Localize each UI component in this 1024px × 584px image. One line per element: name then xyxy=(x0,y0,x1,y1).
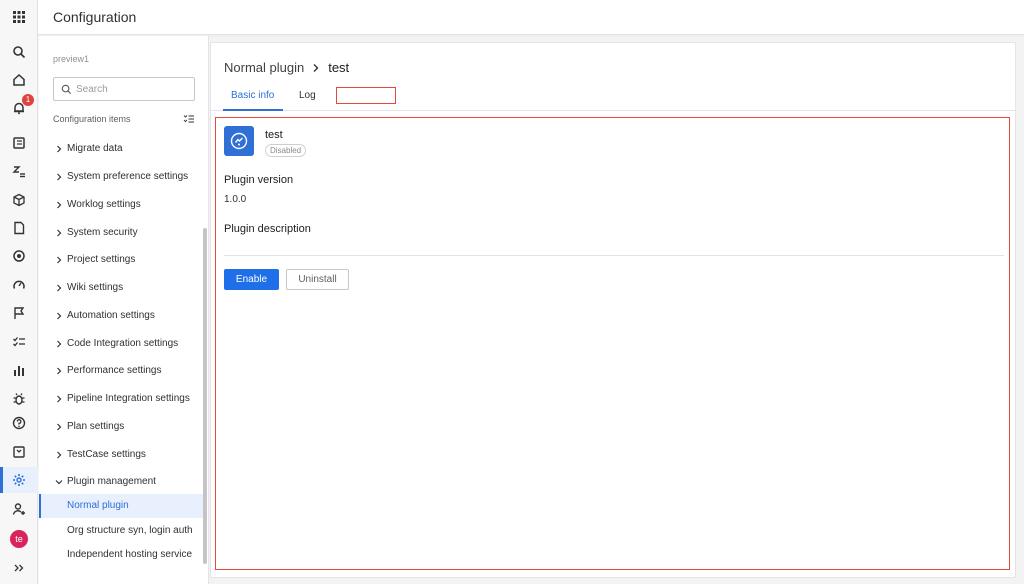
plugin-detail-area: test Disabled Plugin version 1.0.0 Plugi… xyxy=(215,117,1010,570)
nav-item-label: TestCase settings xyxy=(67,449,146,460)
subnav-org-structure[interactable]: Org structure syn, login auth xyxy=(39,519,207,543)
page-title: Configuration xyxy=(53,9,137,25)
chevron-right-icon xyxy=(57,173,62,181)
nav-item-wiki-settings[interactable]: Wiki settings xyxy=(53,279,195,299)
nav-item-label: Migrate data xyxy=(67,143,123,154)
tab-log[interactable]: Log xyxy=(299,90,316,101)
nav-item-pipeline-integration[interactable]: Pipeline Integration settings xyxy=(53,390,195,410)
plugin-logo-icon xyxy=(224,126,254,156)
nav-item-system-preference[interactable]: System preference settings xyxy=(53,168,195,188)
nav-item-label: Worklog settings xyxy=(67,199,141,210)
bar-chart-icon[interactable] xyxy=(0,357,38,383)
chevron-right-icon xyxy=(57,145,62,153)
nav-item-project-settings[interactable]: Project settings xyxy=(53,251,195,271)
breadcrumb-current: test xyxy=(328,60,350,75)
uninstall-button[interactable]: Uninstall xyxy=(286,269,349,290)
plugin-description-label: Plugin description xyxy=(224,223,311,235)
nav-item-plugin-management[interactable]: Plugin management xyxy=(53,473,195,493)
subnav-label: Org structure syn, login auth xyxy=(67,525,193,536)
book-icon[interactable] xyxy=(0,130,38,156)
chevron-right-icon xyxy=(57,201,62,209)
tab-empty-slot[interactable] xyxy=(336,87,396,104)
document-icon[interactable] xyxy=(0,215,38,241)
chevron-right-icon xyxy=(57,367,62,375)
help-icon[interactable] xyxy=(0,410,38,436)
subnav-independent-hosting[interactable]: Independent hosting service xyxy=(39,543,207,567)
chevron-right-icon xyxy=(57,284,62,292)
icon-rail: 1 te xyxy=(0,0,38,584)
main-panel: Normal plugin test Basic info Log test D… xyxy=(210,42,1016,578)
nav-item-label: Plugin management xyxy=(67,476,156,487)
subnav-normal-plugin[interactable]: Normal plugin xyxy=(39,494,207,518)
nav-item-testcase-settings[interactable]: TestCase settings xyxy=(53,446,195,466)
bug-icon[interactable] xyxy=(0,386,38,412)
breadcrumb: Normal plugin test xyxy=(224,60,349,75)
sort-icon[interactable] xyxy=(0,158,38,184)
nav-item-label: Pipeline Integration settings xyxy=(67,393,190,404)
chevron-right-icon xyxy=(57,451,62,459)
home-icon[interactable] xyxy=(0,67,38,93)
top-header: Configuration xyxy=(38,0,1024,35)
collapse-list-icon[interactable] xyxy=(183,113,195,125)
nav-item-label: Project settings xyxy=(67,254,136,265)
nav-item-system-security[interactable]: System security xyxy=(53,224,195,244)
tab-bar: Basic info Log xyxy=(211,85,1015,111)
search-icon xyxy=(61,84,72,95)
bell-icon[interactable]: 1 xyxy=(0,94,38,121)
nav-item-automation-settings[interactable]: Automation settings xyxy=(53,307,195,327)
nav-item-label: Plan settings xyxy=(67,421,125,432)
search-icon[interactable] xyxy=(0,39,38,65)
search-input[interactable] xyxy=(76,81,190,97)
apps-grid-icon[interactable] xyxy=(0,4,38,30)
divider xyxy=(224,255,1004,256)
subnav-label: Normal plugin xyxy=(67,500,129,511)
inbox-icon[interactable] xyxy=(0,439,38,465)
chevron-right-icon xyxy=(57,256,62,264)
project-name: preview1 xyxy=(53,54,90,64)
chevron-down-icon xyxy=(55,480,63,485)
plugin-version-value: 1.0.0 xyxy=(224,194,247,205)
notification-badge: 1 xyxy=(22,94,34,106)
nav-item-migrate-data[interactable]: Migrate data xyxy=(53,140,195,160)
chevron-right-icon xyxy=(57,229,62,237)
nav-item-label: Wiki settings xyxy=(67,282,124,293)
nav-item-label: System preference settings xyxy=(67,171,189,182)
checklist-icon[interactable] xyxy=(0,329,38,355)
chevron-right-icon xyxy=(57,423,62,431)
active-tab-indicator xyxy=(223,109,283,111)
sidebar-scrollbar[interactable] xyxy=(203,228,207,564)
breadcrumb-parent-link[interactable]: Normal plugin xyxy=(224,60,304,75)
enable-button[interactable]: Enable xyxy=(224,269,279,290)
nav-item-label: Automation settings xyxy=(67,310,155,321)
search-box[interactable] xyxy=(53,77,195,101)
settings-gear-icon[interactable] xyxy=(0,467,38,493)
plugin-name: test xyxy=(265,129,283,141)
cube-icon[interactable] xyxy=(0,187,38,213)
expand-double-chevron-icon[interactable] xyxy=(0,555,38,581)
target-icon[interactable] xyxy=(0,243,38,269)
user-avatar[interactable]: te xyxy=(10,530,28,548)
nav-item-label: System security xyxy=(67,227,138,238)
tab-basic-info[interactable]: Basic info xyxy=(231,90,274,101)
nav-item-label: Code Integration settings xyxy=(67,338,179,349)
status-badge: Disabled xyxy=(265,144,307,157)
nav-item-performance-settings[interactable]: Performance settings xyxy=(53,362,195,382)
flag-icon[interactable] xyxy=(0,300,38,326)
nav-item-plan-settings[interactable]: Plan settings xyxy=(53,418,195,438)
chevron-right-icon xyxy=(57,395,62,403)
nav-item-code-integration[interactable]: Code Integration settings xyxy=(53,335,195,355)
config-sidebar: preview1 Configuration items Migrate dat… xyxy=(39,36,209,584)
nav-item-label: Performance settings xyxy=(67,365,162,376)
plugin-version-label: Plugin version xyxy=(224,174,294,186)
add-user-icon[interactable] xyxy=(0,496,38,522)
section-label: Configuration items xyxy=(53,114,131,124)
nav-item-worklog[interactable]: Worklog settings xyxy=(53,196,195,216)
chevron-right-icon xyxy=(57,340,62,348)
subnav-label: Independent hosting service xyxy=(67,549,193,560)
chevron-right-icon xyxy=(313,63,319,72)
gauge-icon[interactable] xyxy=(0,272,38,298)
chevron-right-icon xyxy=(57,312,62,320)
